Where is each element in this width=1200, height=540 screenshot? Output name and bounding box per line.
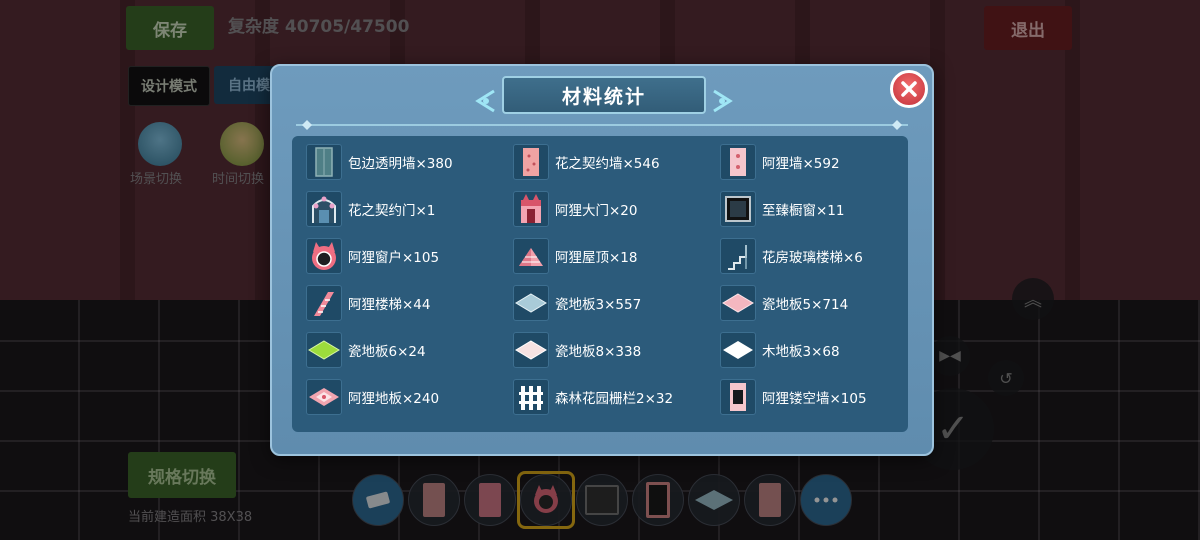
item-label: 木地板3×68 <box>762 344 840 360</box>
divider-diamond-icon <box>892 120 902 130</box>
ornament-right-icon <box>713 89 733 113</box>
flower-wall-icon <box>513 144 549 180</box>
title-divider <box>296 124 908 126</box>
item-label: 花房玻璃楼梯×6 <box>762 250 863 266</box>
dialog-title-banner: 材料统计 <box>475 76 733 114</box>
list-item: 花之契约门×1 <box>306 189 506 229</box>
list-item: 花房玻璃楼梯×6 <box>720 236 920 276</box>
list-item: 木地板3×68 <box>720 330 920 370</box>
list-item: 瓷地板3×557 <box>513 283 713 323</box>
item-label: 阿狸窗户×105 <box>348 250 440 266</box>
list-item: 瓷地板5×714 <box>720 283 920 323</box>
material-stats-dialog: 材料统计 包边透明墙×380 花之契约墙×546 阿狸墙×592 花之契约门×1… <box>270 64 934 456</box>
item-label: 阿狸楼梯×44 <box>348 297 431 313</box>
list-item: 森林花园栅栏2×32 <box>513 377 713 417</box>
list-item: 阿狸地板×240 <box>306 377 506 417</box>
list-item: 阿狸镂空墙×105 <box>720 377 920 417</box>
material-list: 包边透明墙×380 花之契约墙×546 阿狸墙×592 花之契约门×1 阿狸大门… <box>292 136 908 432</box>
transparent-wall-icon <box>306 144 342 180</box>
list-item: 阿狸屋顶×18 <box>513 236 713 276</box>
ahri-window-icon <box>306 238 342 274</box>
ornament-left-icon <box>475 89 495 113</box>
list-item: 阿狸窗户×105 <box>306 236 506 276</box>
fence-icon <box>513 379 549 415</box>
ahri-gate-icon <box>513 191 549 227</box>
glass-stairs-icon <box>720 238 756 274</box>
item-label: 花之契约墙×546 <box>555 156 660 172</box>
item-label: 阿狸大门×20 <box>555 203 638 219</box>
ahri-wall-icon <box>720 144 756 180</box>
item-label: 阿狸屋顶×18 <box>555 250 638 266</box>
tile-floor-6-icon <box>306 332 342 368</box>
close-icon <box>901 81 917 97</box>
ahri-floor-icon <box>306 379 342 415</box>
list-item: 至臻橱窗×11 <box>720 189 920 229</box>
divider-diamond-icon <box>302 120 312 130</box>
list-item: 瓷地板8×338 <box>513 330 713 370</box>
dialog-title: 材料统计 <box>561 85 646 108</box>
list-item: 瓷地板6×24 <box>306 330 506 370</box>
item-label: 瓷地板8×338 <box>555 344 642 360</box>
list-item: 阿狸大门×20 <box>513 189 713 229</box>
showcase-window-icon <box>720 191 756 227</box>
item-label: 瓷地板3×557 <box>555 297 642 313</box>
flower-door-icon <box>306 191 342 227</box>
ahri-hollow-wall-icon <box>720 379 756 415</box>
item-label: 瓷地板6×24 <box>348 344 426 360</box>
list-item: 包边透明墙×380 <box>306 142 506 182</box>
item-label: 阿狸镂空墙×105 <box>762 391 867 407</box>
item-label: 阿狸地板×240 <box>348 391 440 407</box>
ahri-roof-icon <box>513 238 549 274</box>
wood-floor-3-icon <box>720 332 756 368</box>
ahri-stairs-icon <box>306 285 342 321</box>
tile-floor-5-icon <box>720 285 756 321</box>
list-item: 阿狸墙×592 <box>720 142 920 182</box>
item-label: 阿狸墙×592 <box>762 156 840 172</box>
close-button[interactable] <box>890 70 928 108</box>
item-label: 花之契约门×1 <box>348 203 436 219</box>
list-item: 阿狸楼梯×44 <box>306 283 506 323</box>
tile-floor-8-icon <box>513 332 549 368</box>
item-label: 瓷地板5×714 <box>762 297 849 313</box>
tile-floor-3-icon <box>513 285 549 321</box>
item-label: 至臻橱窗×11 <box>762 203 845 219</box>
item-label: 森林花园栅栏2×32 <box>555 391 674 407</box>
item-label: 包边透明墙×380 <box>348 156 453 172</box>
list-item: 花之契约墙×546 <box>513 142 713 182</box>
